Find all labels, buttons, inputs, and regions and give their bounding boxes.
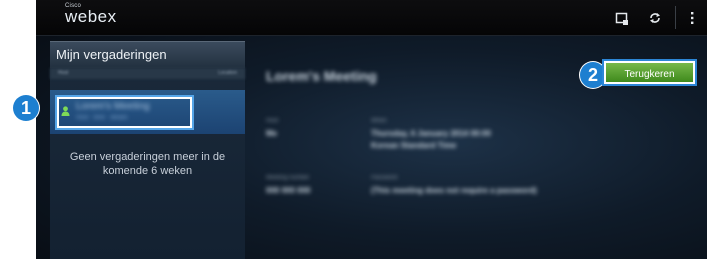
- no-meetings-message: Geen vergaderingen meer in de komende 6 …: [69, 151, 226, 177]
- callout-badge-1: 1: [13, 95, 39, 121]
- password-value: (This meeting does not require a passwor…: [371, 186, 537, 195]
- meeting-item-title: Lorem's Meeting: [76, 101, 150, 112]
- when-value: Thursday, 6 January 2014 00:00: [371, 129, 491, 138]
- column-host: Host: [58, 70, 69, 76]
- column-location: Location: [218, 70, 237, 76]
- when-timezone: Korean Standard Time: [371, 141, 457, 150]
- add-meeting-icon[interactable]: [607, 0, 637, 35]
- when-label: When: [371, 118, 387, 124]
- webex-wordmark: webex: [65, 7, 117, 26]
- meeting-list-item[interactable]: Lorem's Meeting Host · time · details: [50, 90, 245, 134]
- meeting-number-label: Meeting number: [266, 175, 310, 181]
- more-icon[interactable]: [677, 0, 707, 35]
- webex-logo: Cisco webex: [65, 3, 117, 25]
- meeting-item-subtitle: Host · time · details: [76, 115, 128, 121]
- top-toolbar: Cisco webex: [36, 0, 707, 36]
- my-meetings-panel: Mijn vergaderingen Host Location Lorem's…: [50, 41, 245, 259]
- return-button[interactable]: Terugkeren: [602, 59, 697, 86]
- meetings-column-header: Host Location: [50, 68, 245, 79]
- host-value: Me: [266, 129, 278, 138]
- panel-title: Mijn vergaderingen: [50, 42, 245, 68]
- user-icon: [61, 103, 70, 121]
- refresh-icon[interactable]: [640, 0, 670, 35]
- password-label: Password: [371, 175, 398, 181]
- meeting-detail-title: Lorem's Meeting: [266, 68, 377, 84]
- toolbar-divider: [675, 6, 676, 29]
- callout-badge-2: 2: [580, 62, 606, 88]
- host-label: Host: [266, 118, 279, 124]
- meeting-number-value: 000 000 000: [266, 186, 311, 195]
- webex-app-window: Cisco webex Mijn vergaderingen Host Loca…: [36, 0, 707, 259]
